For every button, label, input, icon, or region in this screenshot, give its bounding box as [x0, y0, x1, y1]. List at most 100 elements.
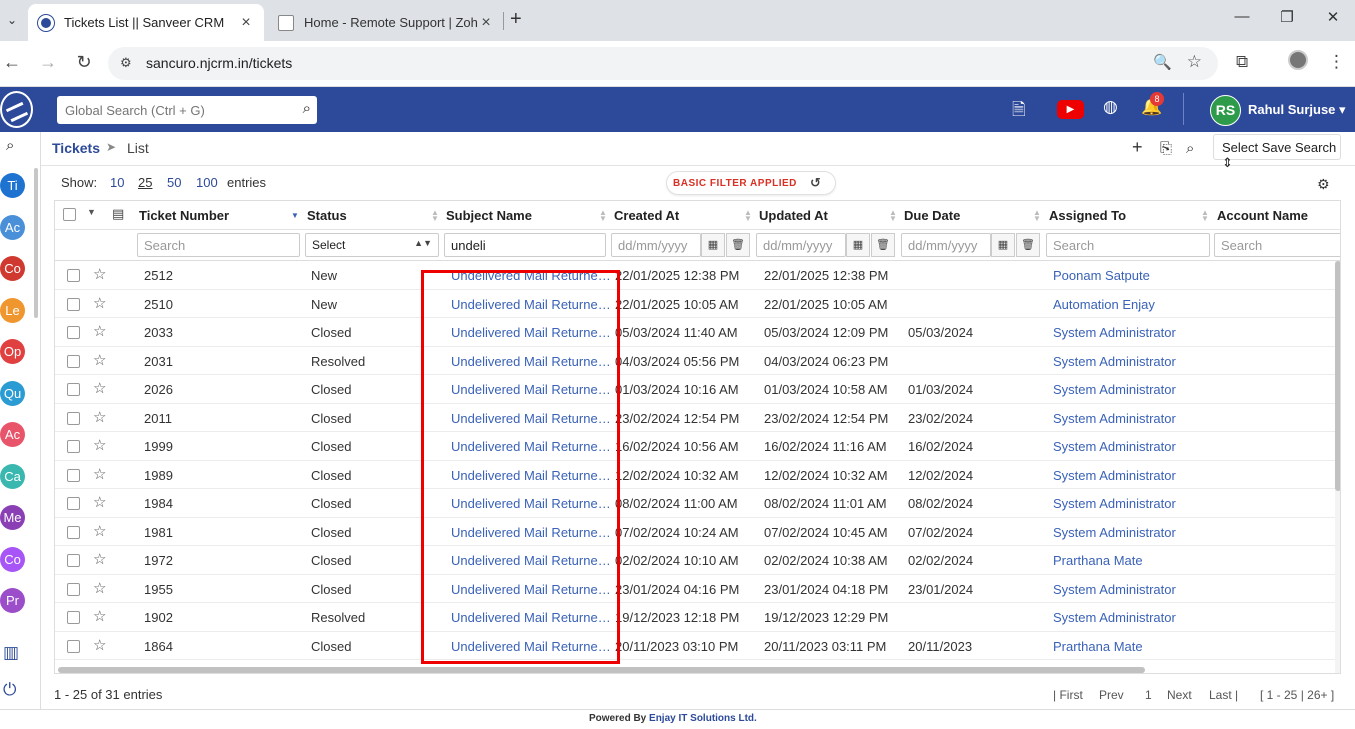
ticket-assigned-to-link[interactable]: Prarthana Mate	[1053, 553, 1143, 568]
page-size-10[interactable]: 10	[110, 175, 124, 190]
ticket-subject-link[interactable]: Undelivered Mail Returned to Sender	[451, 553, 611, 568]
favorite-star-icon[interactable]: ☆	[93, 493, 106, 511]
table-row[interactable]: ☆ 2033 Closed Undelivered Mail Returned to …	[55, 318, 1335, 347]
ticket-subject-link[interactable]: Undelivered Mail Returned to Sender	[451, 639, 611, 654]
close-tab-icon[interactable]: ×	[478, 14, 494, 32]
table-row[interactable]: ☆ 1972 Closed Undelivered Mail Returned to …	[55, 546, 1335, 575]
intercom-icon[interactable]: ▥	[3, 643, 19, 663]
row-checkbox[interactable]	[67, 554, 80, 567]
user-menu[interactable]: Rahul Surjuse ▾	[1248, 102, 1346, 118]
favorite-star-icon[interactable]: ☆	[93, 265, 106, 283]
col-created-at[interactable]: Created At	[614, 208, 679, 223]
row-checkbox[interactable]	[67, 297, 80, 311]
favorite-star-icon[interactable]: ☆	[93, 322, 106, 340]
ticket-subject-link[interactable]: Undelivered Mail Returned to Sender	[451, 382, 611, 397]
row-checkbox[interactable]	[67, 582, 80, 596]
row-checkbox[interactable]	[67, 639, 80, 653]
forward-icon[interactable]: →	[36, 52, 60, 73]
module-me-icon[interactable]: Me	[0, 505, 25, 530]
status-filter-select[interactable]: Select ▲▼	[305, 233, 439, 257]
module-ti-icon[interactable]: Ti	[0, 173, 25, 198]
ticket-assigned-to-link[interactable]: System Administrator	[1053, 525, 1176, 540]
trash-icon[interactable]: 🗑	[871, 233, 895, 257]
favorite-star-icon[interactable]: ☆	[93, 379, 106, 397]
table-row[interactable]: ☆ 1989 Closed Undelivered Mail Returned to …	[55, 461, 1335, 489]
favorite-star-icon[interactable]: ☆	[93, 465, 106, 483]
created-at-filter[interactable]: dd/mm/yyyy	[611, 233, 701, 257]
sort-desc-icon[interactable]: ▼	[291, 212, 299, 220]
ticket-subject-link[interactable]: Undelivered Mail Returned to Sender	[451, 411, 611, 426]
sort-icon[interactable]: ▲ ▼	[1201, 209, 1209, 223]
reload-icon[interactable]: ↻	[72, 52, 96, 73]
global-search-input[interactable]	[57, 96, 277, 124]
report-search-icon[interactable]: 🗎	[1012, 97, 1026, 126]
ticket-subject-link[interactable]: Undelivered Mail Returned to Sender	[451, 468, 611, 483]
assigned-to-filter[interactable]: Search	[1046, 233, 1210, 257]
sort-icon[interactable]: ▲ ▼	[599, 209, 607, 223]
col-account-name[interactable]: Account Name	[1217, 208, 1308, 223]
sidebar-scrollbar[interactable]	[34, 168, 38, 318]
table-row[interactable]: ☆ 1902 Resolved Undelivered Mail Returned t…	[55, 603, 1335, 632]
browser-menu-icon[interactable]: ⋮	[1328, 52, 1345, 72]
table-horizontal-scrollbar[interactable]	[58, 667, 1145, 673]
breadcrumb-tickets[interactable]: Tickets	[52, 140, 100, 156]
table-row[interactable]: ☆ 2011 Closed Undelivered Mail Returned to …	[55, 404, 1335, 432]
ticket-assigned-to-link[interactable]: System Administrator	[1053, 439, 1176, 454]
row-checkbox[interactable]	[67, 468, 80, 482]
row-checkbox[interactable]	[67, 497, 80, 510]
next-page-link[interactable]: Next	[1167, 688, 1192, 702]
sort-icon[interactable]: ▲ ▼	[889, 209, 897, 223]
crm-logo-icon[interactable]	[0, 91, 33, 128]
last-page-link[interactable]: Last |	[1209, 688, 1238, 702]
select-all-checkbox[interactable]	[63, 208, 76, 221]
scrollbar-thumb[interactable]	[1335, 261, 1340, 491]
avatar[interactable]: RS	[1210, 95, 1241, 126]
table-row[interactable]: ☆ 1955 Closed Undelivered Mail Returned to …	[55, 575, 1335, 603]
favorite-star-icon[interactable]: ☆	[93, 408, 106, 426]
ticket-assigned-to-link[interactable]: System Administrator	[1053, 382, 1176, 397]
page-size-25[interactable]: 25	[138, 175, 152, 190]
ticket-subject-link[interactable]: Undelivered Mail Returned to Sender	[451, 354, 611, 369]
extensions-icon[interactable]: ⧉	[1236, 52, 1248, 72]
ticket-number-filter[interactable]: Search	[137, 233, 300, 257]
ticket-subject-link[interactable]: Undelivered Mail Returned to Sender	[451, 297, 611, 312]
save-search-select[interactable]: Select Save Search ⇕	[1213, 134, 1341, 170]
favorite-star-icon[interactable]: ☆	[93, 351, 106, 369]
trash-icon[interactable]: 🗑	[726, 233, 750, 257]
close-tab-icon[interactable]: ×	[238, 14, 254, 32]
row-checkbox[interactable]	[67, 354, 80, 368]
ticket-assigned-to-link[interactable]: System Administrator	[1053, 411, 1176, 426]
table-row[interactable]: ☆ 1999 Closed Undelivered Mail Returned to …	[55, 432, 1335, 461]
row-checkbox[interactable]	[67, 326, 80, 339]
module-qu-icon[interactable]: Qu	[0, 380, 25, 406]
ticket-assigned-to-link[interactable]: System Administrator	[1053, 468, 1176, 483]
ticket-assigned-to-link[interactable]: System Administrator	[1053, 325, 1176, 340]
trash-icon[interactable]: 🗑	[1016, 233, 1040, 257]
import-icon[interactable]: ⎘	[1160, 140, 1172, 157]
module-op-icon[interactable]: Op	[0, 339, 25, 364]
bulk-action-chevron-icon[interactable]: ▼	[87, 207, 96, 217]
maximize-icon[interactable]: ❐	[1272, 8, 1302, 26]
ticket-assigned-to-link[interactable]: Prarthana Mate	[1053, 639, 1143, 654]
table-vertical-scrollbar[interactable]	[1335, 261, 1340, 673]
back-icon[interactable]: ←	[0, 52, 24, 73]
new-tab-icon[interactable]: +	[510, 8, 522, 31]
col-status[interactable]: Status	[307, 208, 347, 223]
address-bar[interactable]: ⚙ sancuro.njcrm.in/tickets 🔍 ☆	[108, 47, 1218, 80]
favorite-star-icon[interactable]: ☆	[93, 607, 106, 625]
column-chooser-icon[interactable]: ▤	[112, 206, 124, 222]
youtube-icon[interactable]: ▶	[1057, 100, 1084, 119]
basic-filter-badge[interactable]: BASIC FILTER APPLIED ↺	[666, 171, 836, 195]
first-page-link[interactable]: | First	[1053, 688, 1083, 702]
prev-page-link[interactable]: Prev	[1099, 688, 1124, 702]
module-ca-icon[interactable]: Ca	[0, 463, 25, 489]
table-row[interactable]: ☆ 2031 Resolved Undelivered Mail Returned t…	[55, 347, 1335, 375]
module-ac-icon[interactable]: Ac	[0, 422, 25, 447]
sort-icon[interactable]: ▲ ▼	[744, 209, 752, 223]
powered-brand-link[interactable]: Enjay IT Solutions Ltd.	[649, 713, 757, 724]
page-size-100[interactable]: 100	[196, 175, 218, 190]
module-ac-icon[interactable]: Ac	[0, 214, 25, 240]
due-date-filter[interactable]: dd/mm/yyyy	[901, 233, 991, 257]
add-icon[interactable]: +	[1132, 137, 1143, 158]
browser-tab-active[interactable]: Tickets List || Sanveer CRM ×	[28, 4, 264, 41]
